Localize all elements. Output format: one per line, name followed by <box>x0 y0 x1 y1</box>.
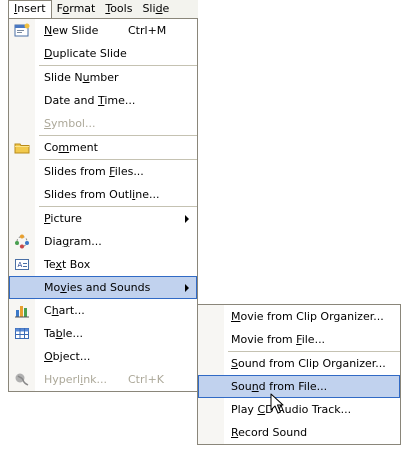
comment-folder-icon <box>14 140 30 155</box>
menu-item-slides-from-outline[interactable]: Slides from Outline... <box>9 183 197 206</box>
menu-item-comment[interactable]: Comment <box>9 136 197 159</box>
submenu-arrow-icon <box>185 284 189 292</box>
submenu-item-record-sound[interactable]: Record Sound <box>198 421 400 444</box>
diagram-icon <box>14 234 30 249</box>
menu-item-chart[interactable]: Chart... <box>9 299 197 322</box>
menu-item-movies-and-sounds[interactable]: Movies and Sounds <box>9 276 197 299</box>
hyperlink-icon <box>14 372 30 387</box>
table-icon <box>14 326 30 341</box>
menu-item-diagram[interactable]: Diagram... <box>9 230 197 253</box>
new-slide-icon <box>14 23 30 38</box>
submenu-item-movie-from-file[interactable]: Movie from File... <box>198 328 400 351</box>
menubar-slide-show[interactable]: Slide <box>137 0 174 18</box>
menubar-insert[interactable]: Insert <box>8 0 52 19</box>
menu-item-object[interactable]: Object... <box>9 345 197 368</box>
menu-item-duplicate-slide[interactable]: Duplicate Slide <box>9 42 197 65</box>
menubar-format[interactable]: Format <box>52 0 101 18</box>
movies-and-sounds-submenu: Movie from Clip Organizer... Movie from … <box>197 304 401 445</box>
chart-icon <box>14 303 30 318</box>
menu-item-slide-number[interactable]: Slide Number <box>9 66 197 89</box>
mouse-cursor-icon <box>270 393 284 414</box>
submenu-item-play-cd-audio-track[interactable]: Play CD Audio Track... <box>198 398 400 421</box>
menu-item-symbol[interactable]: Symbol... <box>9 112 197 135</box>
submenu-item-movie-from-clip-organizer[interactable]: Movie from Clip Organizer... <box>198 305 400 328</box>
menu-item-hyperlink[interactable]: Hyperlink... Ctrl+K <box>9 368 197 391</box>
shortcut-label: Ctrl+M <box>128 24 167 37</box>
submenu-item-sound-from-file[interactable]: Sound from File... <box>198 375 400 398</box>
menubar-tools[interactable]: Tools <box>100 0 137 18</box>
text-box-icon: A <box>14 257 30 272</box>
menu-item-new-slide[interactable]: New Slide Ctrl+M <box>9 19 197 42</box>
menu-item-date-and-time[interactable]: Date and Time... <box>9 89 197 112</box>
insert-menu: New Slide Ctrl+M Duplicate Slide Slide N… <box>8 18 198 392</box>
shortcut-label: Ctrl+K <box>128 373 165 386</box>
menu-bar: Insert Format Tools Slide <box>8 0 198 19</box>
submenu-item-sound-from-clip-organizer[interactable]: Sound from Clip Organizer... <box>198 352 400 375</box>
svg-text:A: A <box>18 261 23 269</box>
menu-item-table[interactable]: Table... <box>9 322 197 345</box>
menu-item-text-box[interactable]: A Text Box <box>9 253 197 276</box>
menu-item-slides-from-files[interactable]: Slides from Files... <box>9 160 197 183</box>
submenu-arrow-icon <box>185 215 189 223</box>
menu-item-picture[interactable]: Picture <box>9 207 197 230</box>
